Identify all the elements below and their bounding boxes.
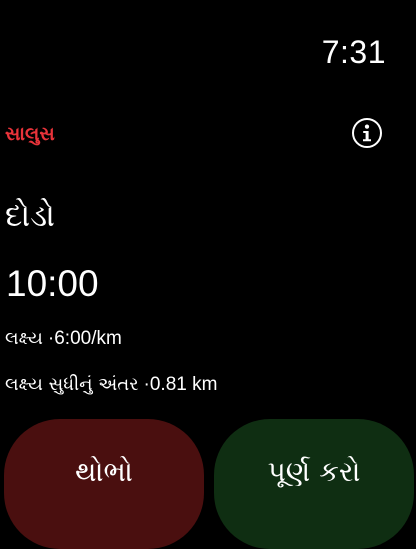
info-button[interactable] xyxy=(352,118,382,148)
distance-to-target-value: ·0.81 km xyxy=(143,374,218,395)
workout-name: દોડો xyxy=(5,198,55,234)
info-icon xyxy=(360,124,374,142)
pause-button-label: થોભો xyxy=(75,455,133,488)
app-title: સાલુસ xyxy=(5,123,55,145)
status-time: 7:31 xyxy=(321,34,386,70)
target-pace-row: લક્ષ્ય ·6:00/km xyxy=(5,327,122,351)
finish-button[interactable]: પૂર્ણ કરો xyxy=(214,419,414,549)
distance-to-target-row: લક્ષ્ય સુધીનું અંતર ·0.81 km xyxy=(5,373,217,397)
finish-button-label: પૂર્ણ કરો xyxy=(267,455,361,488)
elapsed-timer: 10:00 xyxy=(6,263,99,304)
pause-button[interactable]: થોભો xyxy=(4,419,204,549)
distance-to-target-label: લક્ષ્ય સુધીનું અંતર xyxy=(5,374,139,395)
target-pace-value: ·6:00/km xyxy=(47,328,122,349)
target-pace-label: લક્ષ્ય xyxy=(5,328,43,349)
